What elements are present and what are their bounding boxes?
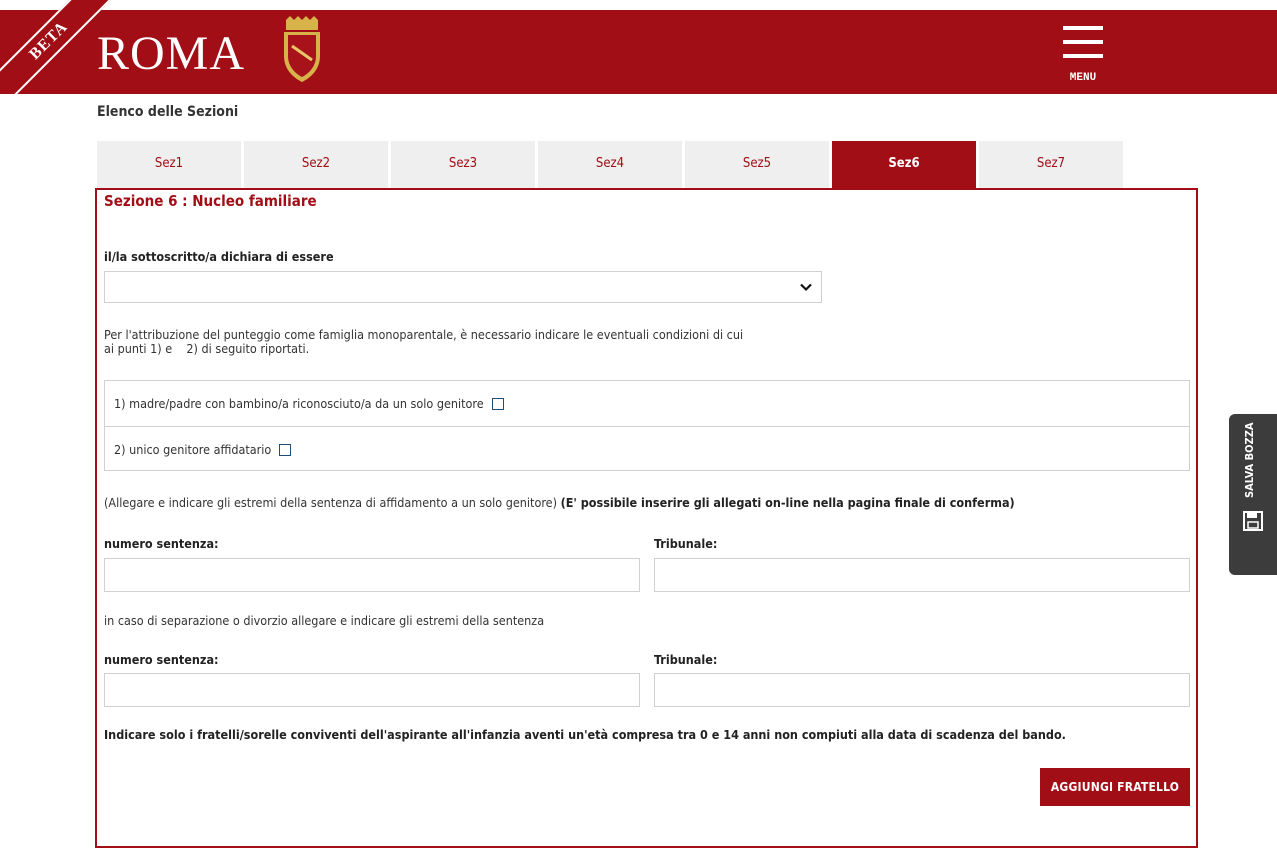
monoparental-info-line1: Per l'attribuzione del punteggio come fa… — [104, 327, 744, 342]
tab-sez3[interactable]: Sez3 — [391, 141, 535, 188]
sentence-number-label: numero sentenza: — [104, 536, 219, 551]
menu-label: MENU — [1069, 72, 1097, 84]
condition-row-2: 2) unico genitore affidatario — [114, 442, 292, 457]
tab-sez6[interactable]: Sez6 — [832, 141, 976, 188]
separation-note: in caso di separazione o divorzio allega… — [104, 613, 545, 628]
tribunal-input[interactable] — [654, 558, 1190, 592]
separation-tribunal-input[interactable] — [654, 673, 1190, 707]
roma-logo-text[interactable]: ROMA — [97, 24, 245, 84]
sections-list-title: Elenco delle Sezioni — [97, 104, 239, 120]
tab-sez1[interactable]: Sez1 — [97, 141, 241, 188]
condition-row-1: 1) madre/padre con bambino/a riconosciut… — [114, 396, 504, 411]
menu-bar — [1063, 54, 1103, 58]
tab-sez4[interactable]: Sez4 — [538, 141, 682, 188]
save-icon — [1243, 511, 1263, 531]
conditions-box: 1) madre/padre con bambino/a riconosciut… — [104, 380, 1190, 471]
section-title: Sezione 6 : Nucleo familiare — [104, 192, 317, 210]
sentence-number-input[interactable] — [104, 558, 640, 592]
separation-tribunal-label: Tribunale: — [654, 652, 718, 667]
declare-label: il/la sottoscritto/a dichiara di essere — [104, 249, 334, 264]
tab-sez2[interactable]: Sez2 — [244, 141, 388, 188]
condition-1-checkbox[interactable] — [491, 398, 504, 410]
add-sibling-button[interactable]: AGGIUNGI FRATELLO — [1040, 768, 1190, 806]
attach-note-text: (Allegare e indicare gli estremi della s… — [104, 495, 557, 510]
separation-sentence-number-label: numero sentenza: — [104, 652, 219, 667]
menu-bar — [1063, 40, 1103, 44]
save-draft-button[interactable]: SALVA BOZZA — [1229, 414, 1277, 575]
attach-note: (Allegare e indicare gli estremi della s… — [104, 495, 1015, 510]
site-header: ROMA MENU — [0, 0, 1277, 94]
condition-2-checkbox[interactable] — [279, 444, 292, 456]
chevron-down-icon — [800, 283, 812, 292]
attach-note-online: (E' possibile inserire gli allegati on-l… — [560, 495, 1015, 510]
siblings-note: Indicare solo i fratelli/sorelle convive… — [104, 727, 1066, 742]
tab-sez7[interactable]: Sez7 — [979, 141, 1123, 188]
conditions-divider — [105, 426, 1189, 427]
roma-coat-of-arms-icon — [284, 16, 320, 82]
menu-bar — [1063, 26, 1103, 30]
monoparental-info-line2: ai punti 1) e 2) di seguito riportati. — [104, 341, 310, 356]
save-draft-label: SALVA BOZZA — [1243, 422, 1256, 498]
condition-1-label: 1) madre/padre con bambino/a riconosciut… — [114, 396, 484, 411]
beta-ribbon-wrap: BETA — [0, 0, 110, 94]
declare-select[interactable] — [104, 271, 822, 303]
separation-sentence-number-input[interactable] — [104, 673, 640, 707]
tab-sez5[interactable]: Sez5 — [685, 141, 829, 188]
condition-2-label: 2) unico genitore affidatario — [114, 442, 272, 457]
menu-button[interactable]: MENU — [1060, 24, 1106, 84]
tribunal-label: Tribunale: — [654, 536, 718, 551]
beta-ribbon: BETA — [0, 0, 110, 94]
